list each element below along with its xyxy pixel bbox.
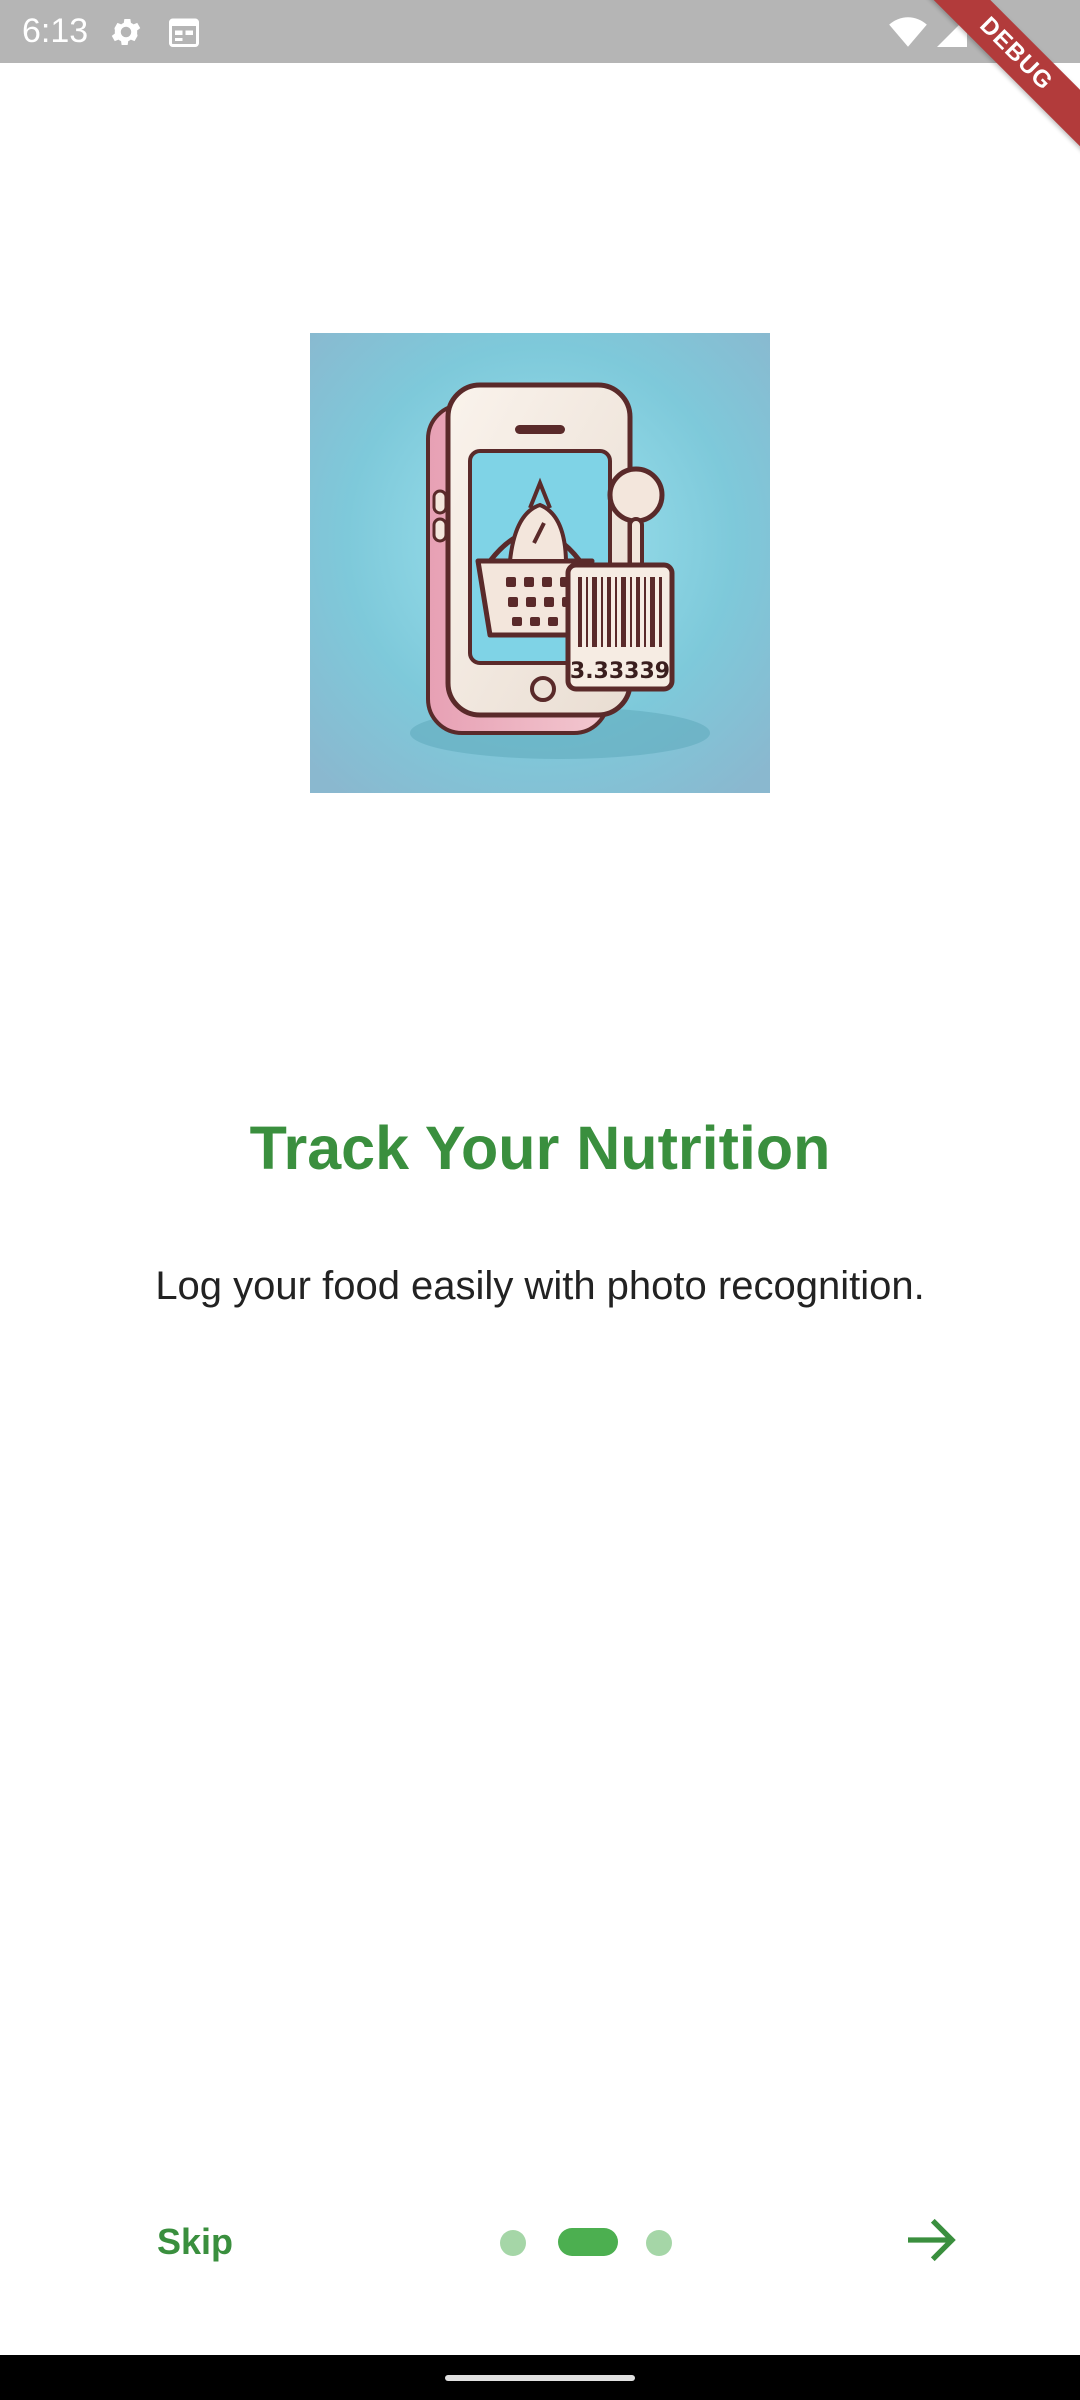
barcode-number: 3.33339 <box>570 659 670 684</box>
status-time: 6:13 <box>22 12 89 50</box>
skip-button[interactable]: Skip <box>130 2210 260 2274</box>
page-dot-3[interactable] <box>646 2230 672 2256</box>
gear-icon <box>108 14 144 50</box>
page-subtitle: Log your food easily with photo recognit… <box>155 1264 925 1308</box>
home-gesture-pill[interactable] <box>445 2375 635 2381</box>
page-title: Track Your Nutrition <box>249 1114 831 1182</box>
arrow-right-icon <box>908 2218 956 2262</box>
onboarding-screen: 6:13 DEBUG 3.33339 Track Your Nutrition … <box>0 0 1080 2400</box>
next-button[interactable] <box>900 2208 964 2272</box>
debug-banner: DEBUG <box>920 0 1080 160</box>
page-dot-2-active[interactable] <box>558 2228 618 2256</box>
page-dot-1[interactable] <box>500 2230 526 2256</box>
status-bar: 6:13 <box>0 0 1080 63</box>
calendar-icon <box>166 14 202 50</box>
page-indicator <box>498 2228 678 2256</box>
debug-label: DEBUG <box>920 0 1080 153</box>
phone-food-scan-illustration: 3.33339 <box>310 333 770 793</box>
